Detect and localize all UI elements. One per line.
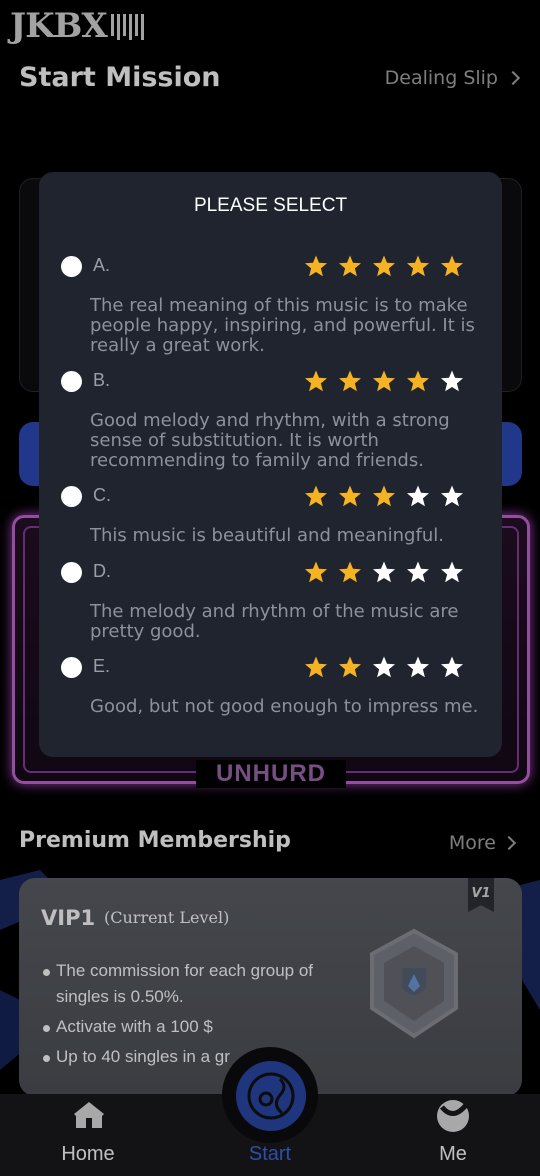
star-filled-icon [373, 485, 395, 507]
star-filled-icon [373, 370, 395, 392]
star-empty-icon [407, 656, 429, 678]
star-empty-icon [373, 656, 395, 678]
option-letter: B. [93, 370, 111, 390]
star-rating [304, 560, 464, 584]
radio-button[interactable] [61, 486, 82, 507]
option-letter: D. [93, 561, 111, 581]
option-text: Good melody and rhythm, with a strong se… [90, 410, 450, 471]
star-filled-icon [305, 370, 327, 392]
option-letter: A. [93, 255, 111, 275]
option-text: This music is beautiful and meaningful. [90, 525, 444, 546]
star-rating [304, 655, 464, 679]
option-text: The real meaning of this music is to mak… [90, 295, 475, 356]
star-filled-icon [305, 485, 327, 507]
star-rating [304, 369, 464, 393]
star-filled-icon [305, 561, 327, 583]
radio-button[interactable] [61, 562, 82, 583]
star-empty-icon [441, 656, 463, 678]
star-empty-icon [441, 485, 463, 507]
star-filled-icon [339, 255, 361, 277]
star-empty-icon [441, 370, 463, 392]
star-empty-icon [407, 485, 429, 507]
star-filled-icon [441, 255, 463, 277]
star-empty-icon [373, 561, 395, 583]
modal-title: PLEASE SELECT [193, 195, 348, 216]
rating-modal: PLEASE SELECT A. The real meaning of thi… [39, 172, 502, 757]
star-filled-icon [339, 656, 361, 678]
star-filled-icon [305, 255, 327, 277]
option-text: The melody and rhythm of the music are p… [90, 601, 459, 642]
star-filled-icon [407, 255, 429, 277]
star-rating [304, 484, 464, 508]
star-filled-icon [373, 255, 395, 277]
star-filled-icon [339, 370, 361, 392]
star-filled-icon [407, 370, 429, 392]
star-empty-icon [407, 561, 429, 583]
star-filled-icon [339, 485, 361, 507]
star-empty-icon [441, 561, 463, 583]
radio-button[interactable] [61, 256, 82, 277]
option-letter: E. [93, 656, 111, 676]
option-text: Good, but not good enough to impress me. [90, 696, 479, 717]
radio-button[interactable] [61, 371, 82, 392]
star-filled-icon [305, 656, 327, 678]
radio-button[interactable] [61, 657, 82, 678]
star-filled-icon [339, 561, 361, 583]
option-letter: C. [93, 485, 111, 505]
star-rating [304, 254, 464, 278]
